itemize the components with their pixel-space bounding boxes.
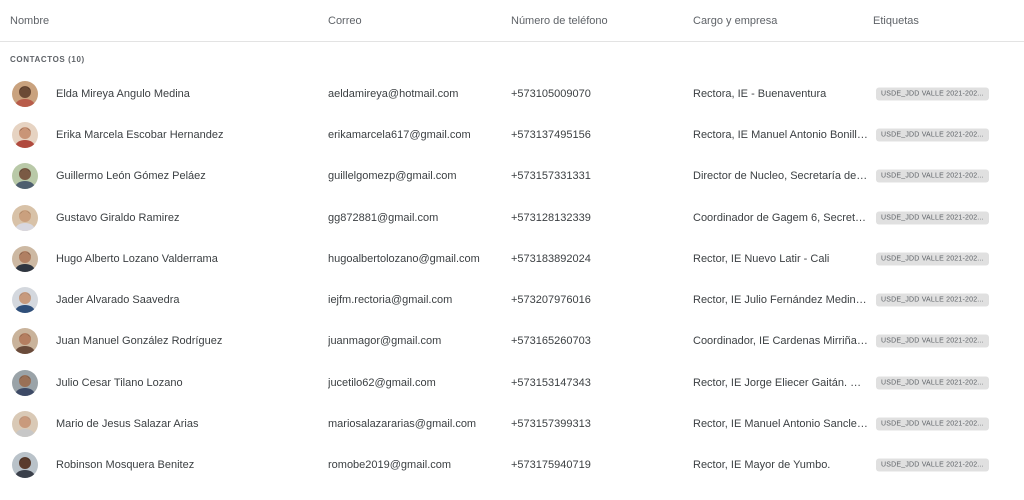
contact-tags: USDE_JDD VALLE 2021-202... bbox=[876, 211, 994, 225]
table-row[interactable]: Elda Mireya Angulo Medina aeldamireya@hot… bbox=[0, 73, 1024, 114]
tag-chip[interactable]: USDE_JDD VALLE 2021-202... bbox=[876, 334, 989, 348]
contact-name: Hugo Alberto Lozano Valderrama bbox=[56, 252, 218, 265]
table-row[interactable]: Julio Cesar Tilano Lozano jucetilo62@gmai… bbox=[0, 362, 1024, 403]
contact-name: Gustavo Giraldo Ramirez bbox=[56, 211, 180, 224]
contact-tags: USDE_JDD VALLE 2021-202... bbox=[876, 334, 994, 348]
contact-phone: +573157399313 bbox=[511, 418, 591, 431]
table-row[interactable]: Gustavo Giraldo Ramirez gg872881@gmail.co… bbox=[0, 197, 1024, 238]
header-tags[interactable]: Etiquetas bbox=[873, 15, 919, 27]
contact-job: Rector, IE Mayor de Yumbo. bbox=[693, 459, 831, 472]
header-email[interactable]: Correo bbox=[328, 15, 362, 27]
contact-name: Jader Alvarado Saavedra bbox=[56, 294, 180, 307]
contact-email: romobe2019@gmail.com bbox=[328, 459, 452, 472]
contact-email: guillelgomezp@gmail.com bbox=[328, 170, 457, 183]
table-row[interactable]: Mario de Jesus Salazar Arias mariosalazar… bbox=[0, 403, 1024, 444]
contacts-count-label: CONTACTOS (10) bbox=[10, 55, 85, 64]
contact-phone: +573137495156 bbox=[511, 128, 591, 141]
contact-job: Coordinador de Gagem 6, Secretari... bbox=[693, 211, 868, 224]
avatar bbox=[12, 287, 38, 314]
contact-tags: USDE_JDD VALLE 2021-202... bbox=[876, 87, 994, 101]
avatar bbox=[12, 121, 38, 148]
contact-email: juanmagor@gmail.com bbox=[328, 335, 442, 348]
table-row[interactable]: Jader Alvarado Saavedra iejfm.rectoria@gm… bbox=[0, 279, 1024, 320]
table-row[interactable]: Hugo Alberto Lozano Valderrama hugoalbert… bbox=[0, 238, 1024, 279]
avatar bbox=[12, 328, 38, 355]
contact-email: jucetilo62@gmail.com bbox=[328, 376, 436, 389]
table-row[interactable]: Juan Manuel González Rodríguez juanmagor@… bbox=[0, 321, 1024, 362]
contacts-page: Nombre Correo Número de teléfono Cargo y… bbox=[0, 0, 1024, 500]
contact-phone: +573183892024 bbox=[511, 252, 591, 265]
table-row[interactable]: Guillermo León Gómez Peláez guillelgomezp… bbox=[0, 156, 1024, 197]
contact-tags: USDE_JDD VALLE 2021-202... bbox=[876, 293, 994, 307]
contact-name: Erika Marcela Escobar Hernandez bbox=[56, 128, 224, 141]
contact-tags: USDE_JDD VALLE 2021-202... bbox=[876, 252, 994, 266]
contact-tags: USDE_JDD VALLE 2021-202... bbox=[876, 376, 994, 390]
contact-job: Coordinador, IE Cardenas Mirriñao. -... bbox=[693, 335, 868, 348]
contact-phone: +573128132339 bbox=[511, 211, 591, 224]
avatar bbox=[12, 411, 38, 438]
header-name[interactable]: Nombre bbox=[10, 15, 49, 27]
contact-phone: +573153147343 bbox=[511, 376, 591, 389]
contact-job: Rector, IE Julio Fernández Medina. ... bbox=[693, 294, 868, 307]
table-row[interactable]: Robinson Mosquera Benitez romobe2019@gmai… bbox=[0, 445, 1024, 486]
contact-email: erikamarcela617@gmail.com bbox=[328, 128, 471, 141]
contact-name: Juan Manuel González Rodríguez bbox=[56, 335, 223, 348]
contact-job: Rector, IE Jorge Eliecer Gaitán. Pal... bbox=[693, 376, 868, 389]
contacts-list: Elda Mireya Angulo Medina aeldamireya@hot… bbox=[0, 73, 1024, 486]
contact-phone: +573175940719 bbox=[511, 459, 591, 472]
tag-chip[interactable]: USDE_JDD VALLE 2021-202... bbox=[876, 211, 989, 225]
contact-job: Rectora, IE - Buenaventura bbox=[693, 87, 827, 100]
tag-chip[interactable]: USDE_JDD VALLE 2021-202... bbox=[876, 128, 989, 142]
contact-name: Mario de Jesus Salazar Arias bbox=[56, 418, 199, 431]
tag-chip[interactable]: USDE_JDD VALLE 2021-202... bbox=[876, 293, 989, 307]
contact-job: Rectora, IE Manuel Antonio Bonilla -... bbox=[693, 128, 868, 141]
contact-phone: +573207976016 bbox=[511, 294, 591, 307]
contact-name: Guillermo León Gómez Peláez bbox=[56, 170, 206, 183]
contact-job: Director de Nucleo, Secretaría de Ed... bbox=[693, 170, 868, 183]
contact-email: iejfm.rectoria@gmail.com bbox=[328, 294, 453, 307]
contact-email: aeldamireya@hotmail.com bbox=[328, 87, 459, 100]
avatar bbox=[12, 204, 38, 231]
tag-chip[interactable]: USDE_JDD VALLE 2021-202... bbox=[876, 417, 989, 431]
tag-chip[interactable]: USDE_JDD VALLE 2021-202... bbox=[876, 169, 989, 183]
contact-tags: USDE_JDD VALLE 2021-202... bbox=[876, 417, 994, 431]
tag-chip[interactable]: USDE_JDD VALLE 2021-202... bbox=[876, 458, 989, 472]
table-row[interactable]: Erika Marcela Escobar Hernandez erikamarc… bbox=[0, 114, 1024, 155]
avatar bbox=[12, 452, 38, 479]
contact-name: Julio Cesar Tilano Lozano bbox=[56, 376, 183, 389]
contact-tags: USDE_JDD VALLE 2021-202... bbox=[876, 458, 994, 472]
tag-chip[interactable]: USDE_JDD VALLE 2021-202... bbox=[876, 376, 989, 390]
contact-name: Robinson Mosquera Benitez bbox=[56, 459, 195, 472]
avatar bbox=[12, 80, 38, 107]
contact-name: Elda Mireya Angulo Medina bbox=[56, 87, 190, 100]
header-phone[interactable]: Número de teléfono bbox=[511, 15, 608, 27]
contact-phone: +573157331331 bbox=[511, 170, 591, 183]
contact-job: Rector, IE Nuevo Latir - Cali bbox=[693, 252, 830, 265]
contact-tags: USDE_JDD VALLE 2021-202... bbox=[876, 169, 994, 183]
tag-chip[interactable]: USDE_JDD VALLE 2021-202... bbox=[876, 87, 989, 101]
contact-phone: +573105009070 bbox=[511, 87, 591, 100]
contact-phone: +573165260703 bbox=[511, 335, 591, 348]
tag-chip[interactable]: USDE_JDD VALLE 2021-202... bbox=[876, 252, 989, 266]
avatar bbox=[12, 369, 38, 396]
avatar bbox=[12, 245, 38, 272]
contact-email: mariosalazararias@gmail.com bbox=[328, 418, 477, 431]
contact-job: Rector, IE Manuel Antonio Sanclem... bbox=[693, 418, 868, 431]
table-header: Nombre Correo Número de teléfono Cargo y… bbox=[0, 0, 1024, 42]
contact-email: hugoalbertolozano@gmail.com bbox=[328, 252, 480, 265]
avatar bbox=[12, 163, 38, 190]
header-job[interactable]: Cargo y empresa bbox=[693, 15, 777, 27]
contact-email: gg872881@gmail.com bbox=[328, 211, 439, 224]
contact-tags: USDE_JDD VALLE 2021-202... bbox=[876, 128, 994, 142]
